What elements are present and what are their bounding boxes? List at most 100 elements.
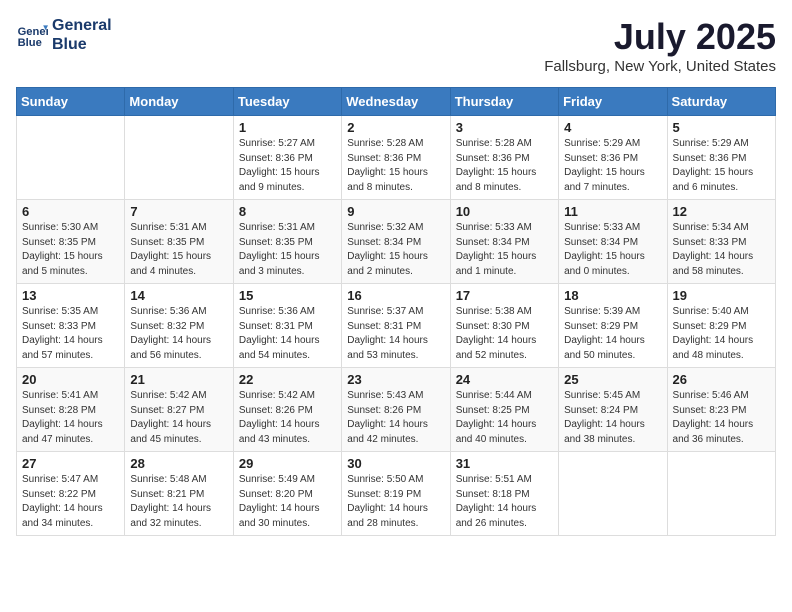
day-number: 13 bbox=[22, 288, 119, 303]
calendar-cell: 6 Sunrise: 5:30 AM Sunset: 8:35 PM Daylig… bbox=[17, 200, 125, 284]
day-info: Sunrise: 5:39 AM Sunset: 8:29 PM Dayligh… bbox=[564, 305, 661, 363]
svg-text:Blue: Blue bbox=[18, 37, 42, 49]
calendar-cell: 26 Sunrise: 5:46 AM Sunset: 8:23 PM Dayli… bbox=[667, 368, 775, 452]
weekday-header-monday: Monday bbox=[125, 88, 233, 116]
calendar-cell: 15Sunrise: 5:36 AM Sunset: 8:31 PM Dayli… bbox=[233, 284, 341, 368]
month-title: July 2025 bbox=[544, 16, 776, 58]
logo-icon: General Blue bbox=[16, 19, 48, 51]
calendar-cell: 3 Sunrise: 5:28 AM Sunset: 8:36 PM Daylig… bbox=[450, 116, 558, 200]
day-info: Sunrise: 5:44 AM Sunset: 8:25 PM Dayligh… bbox=[456, 389, 553, 447]
day-number: 26 bbox=[673, 372, 770, 387]
week-row-3: 13 Sunrise: 5:35 AM Sunset: 8:33 PM Dayli… bbox=[17, 284, 776, 368]
day-number: 12 bbox=[673, 204, 770, 219]
day-info: Sunrise: 5:36 AM Sunset: 8:32 PM Dayligh… bbox=[130, 305, 227, 363]
calendar-cell: 31 Sunrise: 5:51 AM Sunset: 8:18 PM Dayli… bbox=[450, 452, 558, 536]
day-number: 11 bbox=[564, 204, 661, 219]
calendar-cell: 14 Sunrise: 5:36 AM Sunset: 8:32 PM Dayli… bbox=[125, 284, 233, 368]
day-info: Sunrise: 5:32 AM Sunset: 8:34 PM Dayligh… bbox=[347, 221, 444, 279]
day-number: 24 bbox=[456, 372, 553, 387]
day-info: Sunrise: 5:28 AM Sunset: 8:36 PM Dayligh… bbox=[347, 137, 444, 195]
day-number: 19 bbox=[673, 288, 770, 303]
day-number: 3 bbox=[456, 120, 553, 135]
day-info: Sunrise: 5:33 AM Sunset: 8:34 PM Dayligh… bbox=[456, 221, 553, 279]
calendar-cell: 4Sunrise: 5:29 AM Sunset: 8:36 PM Daylig… bbox=[559, 116, 667, 200]
logo-text-general: General bbox=[52, 16, 112, 35]
day-number: 20 bbox=[22, 372, 119, 387]
day-info: Sunrise: 5:42 AM Sunset: 8:26 PM Dayligh… bbox=[239, 389, 336, 447]
day-info: Sunrise: 5:46 AM Sunset: 8:23 PM Dayligh… bbox=[673, 389, 770, 447]
day-number: 25 bbox=[564, 372, 661, 387]
day-number: 28 bbox=[130, 456, 227, 471]
calendar-cell: 17 Sunrise: 5:38 AM Sunset: 8:30 PM Dayli… bbox=[450, 284, 558, 368]
title-area: July 2025 Fallsburg, New York, United St… bbox=[544, 16, 776, 75]
calendar-cell bbox=[125, 116, 233, 200]
calendar-cell: 28 Sunrise: 5:48 AM Sunset: 8:21 PM Dayli… bbox=[125, 452, 233, 536]
day-number: 9 bbox=[347, 204, 444, 219]
day-info: Sunrise: 5:47 AM Sunset: 8:22 PM Dayligh… bbox=[22, 473, 119, 531]
calendar-cell: 19Sunrise: 5:40 AM Sunset: 8:29 PM Dayli… bbox=[667, 284, 775, 368]
weekday-header-friday: Friday bbox=[559, 88, 667, 116]
day-number: 27 bbox=[22, 456, 119, 471]
calendar-cell: 21Sunrise: 5:42 AM Sunset: 8:27 PM Dayli… bbox=[125, 368, 233, 452]
day-number: 6 bbox=[22, 204, 119, 219]
day-info: Sunrise: 5:31 AM Sunset: 8:35 PM Dayligh… bbox=[130, 221, 227, 279]
day-info: Sunrise: 5:28 AM Sunset: 8:36 PM Dayligh… bbox=[456, 137, 553, 195]
calendar-cell: 7Sunrise: 5:31 AM Sunset: 8:35 PM Daylig… bbox=[125, 200, 233, 284]
day-info: Sunrise: 5:51 AM Sunset: 8:18 PM Dayligh… bbox=[456, 473, 553, 531]
day-info: Sunrise: 5:48 AM Sunset: 8:21 PM Dayligh… bbox=[130, 473, 227, 531]
weekday-header-row: SundayMondayTuesdayWednesdayThursdayFrid… bbox=[17, 88, 776, 116]
day-info: Sunrise: 5:43 AM Sunset: 8:26 PM Dayligh… bbox=[347, 389, 444, 447]
day-info: Sunrise: 5:33 AM Sunset: 8:34 PM Dayligh… bbox=[564, 221, 661, 279]
calendar-cell: 23 Sunrise: 5:43 AM Sunset: 8:26 PM Dayli… bbox=[342, 368, 450, 452]
weekday-header-sunday: Sunday bbox=[17, 88, 125, 116]
logo-text-blue: Blue bbox=[52, 35, 112, 54]
day-info: Sunrise: 5:31 AM Sunset: 8:35 PM Dayligh… bbox=[239, 221, 336, 279]
day-number: 23 bbox=[347, 372, 444, 387]
day-number: 1 bbox=[239, 120, 336, 135]
calendar-cell: 5Sunrise: 5:29 AM Sunset: 8:36 PM Daylig… bbox=[667, 116, 775, 200]
day-number: 31 bbox=[456, 456, 553, 471]
calendar-cell bbox=[559, 452, 667, 536]
day-number: 17 bbox=[456, 288, 553, 303]
day-number: 29 bbox=[239, 456, 336, 471]
day-info: Sunrise: 5:27 AM Sunset: 8:36 PM Dayligh… bbox=[239, 137, 336, 195]
week-row-4: 20Sunrise: 5:41 AM Sunset: 8:28 PM Dayli… bbox=[17, 368, 776, 452]
day-info: Sunrise: 5:50 AM Sunset: 8:19 PM Dayligh… bbox=[347, 473, 444, 531]
calendar-cell: 11 Sunrise: 5:33 AM Sunset: 8:34 PM Dayli… bbox=[559, 200, 667, 284]
day-info: Sunrise: 5:35 AM Sunset: 8:33 PM Dayligh… bbox=[22, 305, 119, 363]
calendar-cell: 27 Sunrise: 5:47 AM Sunset: 8:22 PM Dayli… bbox=[17, 452, 125, 536]
calendar-cell: 8 Sunrise: 5:31 AM Sunset: 8:35 PM Daylig… bbox=[233, 200, 341, 284]
weekday-header-tuesday: Tuesday bbox=[233, 88, 341, 116]
week-row-2: 6 Sunrise: 5:30 AM Sunset: 8:35 PM Daylig… bbox=[17, 200, 776, 284]
weekday-header-thursday: Thursday bbox=[450, 88, 558, 116]
calendar-cell bbox=[17, 116, 125, 200]
day-number: 10 bbox=[456, 204, 553, 219]
week-row-5: 27 Sunrise: 5:47 AM Sunset: 8:22 PM Dayli… bbox=[17, 452, 776, 536]
week-row-1: 1 Sunrise: 5:27 AM Sunset: 8:36 PM Daylig… bbox=[17, 116, 776, 200]
page-header: General Blue General Blue July 2025 Fall… bbox=[16, 16, 776, 75]
calendar-cell: 10 Sunrise: 5:33 AM Sunset: 8:34 PM Dayli… bbox=[450, 200, 558, 284]
calendar-cell: 13 Sunrise: 5:35 AM Sunset: 8:33 PM Dayli… bbox=[17, 284, 125, 368]
day-info: Sunrise: 5:34 AM Sunset: 8:33 PM Dayligh… bbox=[673, 221, 770, 279]
day-info: Sunrise: 5:42 AM Sunset: 8:27 PM Dayligh… bbox=[130, 389, 227, 447]
day-info: Sunrise: 5:38 AM Sunset: 8:30 PM Dayligh… bbox=[456, 305, 553, 363]
calendar-cell: 1 Sunrise: 5:27 AM Sunset: 8:36 PM Daylig… bbox=[233, 116, 341, 200]
calendar-cell: 29Sunrise: 5:49 AM Sunset: 8:20 PM Dayli… bbox=[233, 452, 341, 536]
calendar-cell: 20Sunrise: 5:41 AM Sunset: 8:28 PM Dayli… bbox=[17, 368, 125, 452]
calendar-cell: 16 Sunrise: 5:37 AM Sunset: 8:31 PM Dayli… bbox=[342, 284, 450, 368]
day-info: Sunrise: 5:30 AM Sunset: 8:35 PM Dayligh… bbox=[22, 221, 119, 279]
calendar-body: 1 Sunrise: 5:27 AM Sunset: 8:36 PM Daylig… bbox=[17, 116, 776, 536]
calendar-cell: 22Sunrise: 5:42 AM Sunset: 8:26 PM Dayli… bbox=[233, 368, 341, 452]
day-info: Sunrise: 5:37 AM Sunset: 8:31 PM Dayligh… bbox=[347, 305, 444, 363]
weekday-header-wednesday: Wednesday bbox=[342, 88, 450, 116]
calendar-cell: 18Sunrise: 5:39 AM Sunset: 8:29 PM Dayli… bbox=[559, 284, 667, 368]
day-number: 8 bbox=[239, 204, 336, 219]
calendar-cell: 2Sunrise: 5:28 AM Sunset: 8:36 PM Daylig… bbox=[342, 116, 450, 200]
day-number: 16 bbox=[347, 288, 444, 303]
calendar-cell: 9 Sunrise: 5:32 AM Sunset: 8:34 PM Daylig… bbox=[342, 200, 450, 284]
day-number: 14 bbox=[130, 288, 227, 303]
day-number: 4 bbox=[564, 120, 661, 135]
day-info: Sunrise: 5:36 AM Sunset: 8:31 PM Dayligh… bbox=[239, 305, 336, 363]
calendar-cell: 25Sunrise: 5:45 AM Sunset: 8:24 PM Dayli… bbox=[559, 368, 667, 452]
weekday-header-saturday: Saturday bbox=[667, 88, 775, 116]
